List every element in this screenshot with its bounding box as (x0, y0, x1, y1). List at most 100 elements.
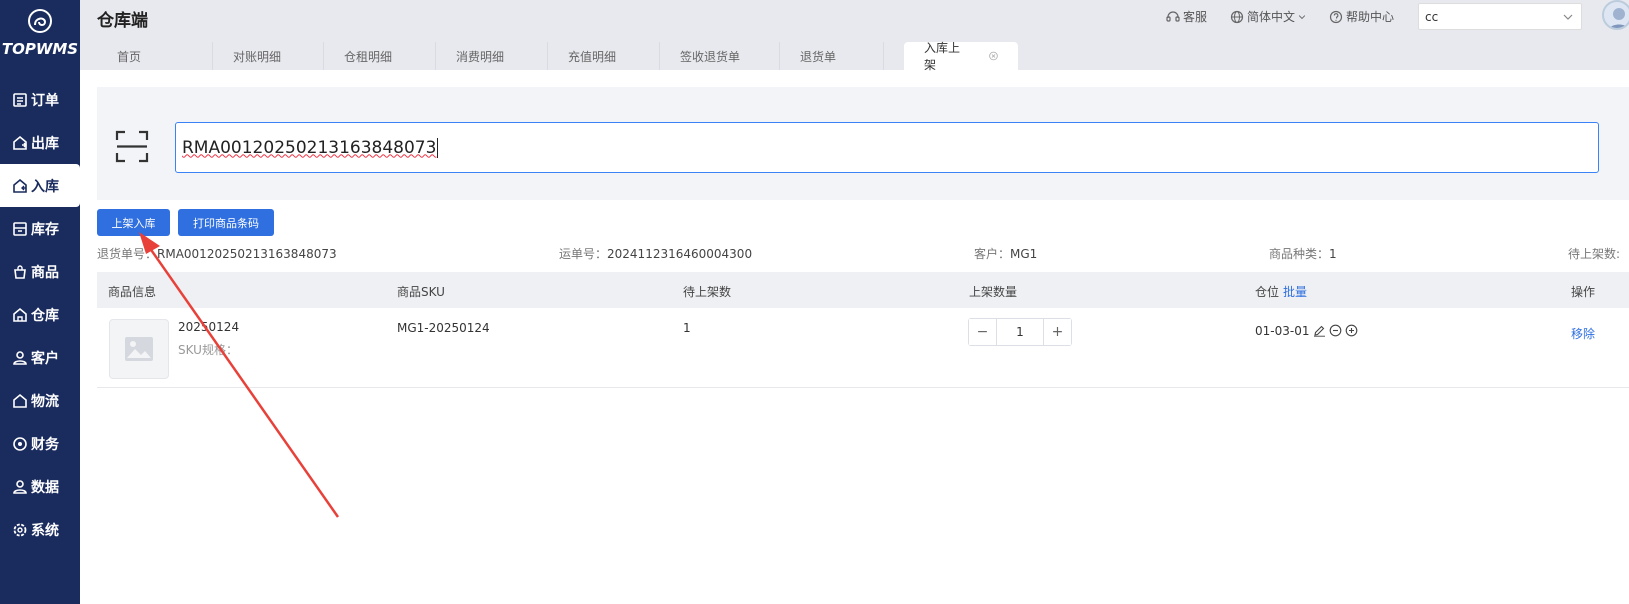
print-barcode-button[interactable]: 打印商品条码 (178, 209, 274, 236)
goods-icon (14, 264, 26, 279)
top-header: 仓库端 客服 简体中文 帮助中心 cc (80, 0, 1629, 35)
batch-link[interactable]: 批量 (1283, 285, 1307, 299)
tab-rent[interactable]: 仓租明细 (324, 42, 436, 70)
language-label: 简体中文 (1247, 10, 1296, 24)
quantity-value[interactable]: 1 (997, 319, 1043, 345)
waybill-info: 运单号：2024112316460004300 (559, 245, 752, 262)
warehouse-icon (13, 307, 27, 322)
col-goods-info: 商品信息 (108, 285, 157, 299)
order-icon (13, 92, 27, 107)
quantity-stepper[interactable]: − 1 + (968, 318, 1072, 346)
customer-service-link[interactable]: 客服 (1166, 8, 1207, 25)
col-location: 仓位 批量 (1255, 283, 1307, 300)
sku-types-info: 商品种类：1 (1269, 245, 1337, 262)
tab-label: 首页 (117, 49, 142, 64)
language-switch[interactable]: 简体中文 (1230, 8, 1310, 25)
inbound-icon (13, 178, 27, 193)
sidebar-item-settings[interactable]: 系统 (0, 508, 80, 551)
sidebar-item-inventory[interactable]: 库存 (0, 207, 80, 250)
pending-qty: 1 (683, 321, 691, 335)
data-icon (13, 479, 27, 494)
minus-circle-icon[interactable] (1329, 324, 1342, 337)
col-pending: 待上架数 (683, 285, 732, 299)
sidebar-item-label: 数据 (31, 479, 59, 496)
sidebar-item-label: 订单 (31, 92, 59, 109)
image-placeholder-icon (125, 337, 153, 361)
logo-icon (28, 9, 52, 33)
sidebar-item-label: 入库 (31, 178, 59, 195)
outbound-icon (13, 135, 27, 150)
user-avatar-icon (1609, 8, 1629, 28)
sidebar-item-finance[interactable]: 财务 (0, 422, 80, 465)
tab-home[interactable]: 首页 (97, 42, 213, 70)
col-sku: 商品SKU (397, 285, 445, 299)
account-select[interactable]: cc (1418, 3, 1582, 30)
tab-inbound-putaway[interactable]: 入库上架 (904, 41, 1018, 72)
avatar[interactable] (1602, 0, 1629, 30)
scan-icon[interactable] (115, 130, 149, 163)
scan-input[interactable]: RMA00120250213163848073 (175, 122, 1599, 173)
chevron-down-icon (1298, 14, 1306, 19)
tab-bar: 首页 对账明细 仓租明细 消费明细 充值明细 签收退货单 退货单 入库上架 (80, 35, 1629, 72)
customer-icon (13, 350, 27, 365)
sku-types-value: 1 (1329, 247, 1337, 261)
customer-service-label: 客服 (1183, 10, 1208, 24)
putaway-table: 商品信息 商品SKU 待上架数 上架数量 仓位 批量 操作 20250124 SK… (97, 272, 1629, 388)
sidebar-nav: 订单 出库 入库 库存 商品 仓库 客户 物流 财务 数据 系统 (0, 78, 80, 551)
sidebar-item-outbound[interactable]: 出库 (0, 121, 80, 164)
sidebar-item-label: 系统 (31, 522, 59, 539)
pending-info: 待上架数: (1568, 245, 1620, 262)
chevron-down-icon (1563, 14, 1573, 20)
location-actions (1313, 324, 1358, 337)
putaway-button[interactable]: 上架入库 (97, 209, 170, 236)
sidebar-item-label: 商品 (31, 264, 59, 281)
edit-icon[interactable] (1313, 324, 1326, 337)
customer-label: 客户： (974, 247, 1011, 261)
table-header: 商品信息 商品SKU 待上架数 上架数量 仓位 批量 操作 (97, 272, 1629, 308)
inventory-icon (13, 221, 27, 236)
globe-icon (1230, 10, 1244, 23)
logistics-icon (13, 393, 27, 408)
return-no-label: 退货单号： (97, 247, 158, 261)
sidebar-item-customer[interactable]: 客户 (0, 336, 80, 379)
col-qty: 上架数量 (969, 285, 1018, 299)
increment-button[interactable]: + (1043, 319, 1071, 345)
finance-icon (13, 436, 27, 451)
tab-label: 充值明细 (568, 49, 617, 64)
return-no-value: RMA00120250213163848073 (157, 247, 337, 261)
decrement-button[interactable]: − (969, 319, 997, 345)
tab-label: 签收退货单 (680, 49, 741, 64)
product-spec: SKU规格： (178, 343, 238, 357)
sidebar-item-label: 仓库 (31, 307, 59, 324)
sidebar-item-label: 客户 (31, 350, 59, 367)
sidebar-item-data[interactable]: 数据 (0, 465, 80, 508)
logo[interactable]: TOPWMS (0, 8, 80, 58)
location-value: 01-03-01 (1255, 324, 1310, 338)
settings-icon (13, 523, 27, 536)
product-thumbnail (109, 319, 169, 379)
waybill-label: 运单号： (559, 247, 608, 261)
sidebar: TOPWMS 订单 出库 入库 库存 商品 仓库 客户 物流 财务 数据 系统 (0, 0, 80, 604)
headset-icon (1166, 10, 1180, 22)
sidebar-item-label: 财务 (31, 436, 59, 453)
help-icon (1329, 10, 1343, 23)
tab-returns[interactable]: 退货单 (780, 42, 884, 70)
sidebar-item-logistics[interactable]: 物流 (0, 379, 80, 422)
close-icon[interactable] (989, 51, 998, 61)
tab-consumption[interactable]: 消费明细 (436, 42, 548, 70)
sidebar-item-orders[interactable]: 订单 (0, 78, 80, 121)
sidebar-item-inbound[interactable]: 入库 (0, 164, 80, 207)
help-center-link[interactable]: 帮助中心 (1329, 8, 1394, 25)
page-title: 仓库端 (97, 11, 148, 31)
tab-reconciliation[interactable]: 对账明细 (213, 42, 324, 70)
sidebar-item-warehouse[interactable]: 仓库 (0, 293, 80, 336)
tab-label: 对账明细 (233, 49, 282, 64)
sidebar-item-goods[interactable]: 商品 (0, 250, 80, 293)
customer-info: 客户：MG1 (974, 245, 1037, 262)
plus-circle-icon[interactable] (1345, 324, 1358, 337)
tab-recharge[interactable]: 充值明细 (548, 42, 660, 70)
remove-link[interactable]: 移除 (1571, 325, 1595, 342)
waybill-value: 2024112316460004300 (607, 247, 753, 261)
tab-signed-returns[interactable]: 签收退货单 (660, 42, 780, 70)
sku-types-label: 商品种类： (1269, 247, 1330, 261)
